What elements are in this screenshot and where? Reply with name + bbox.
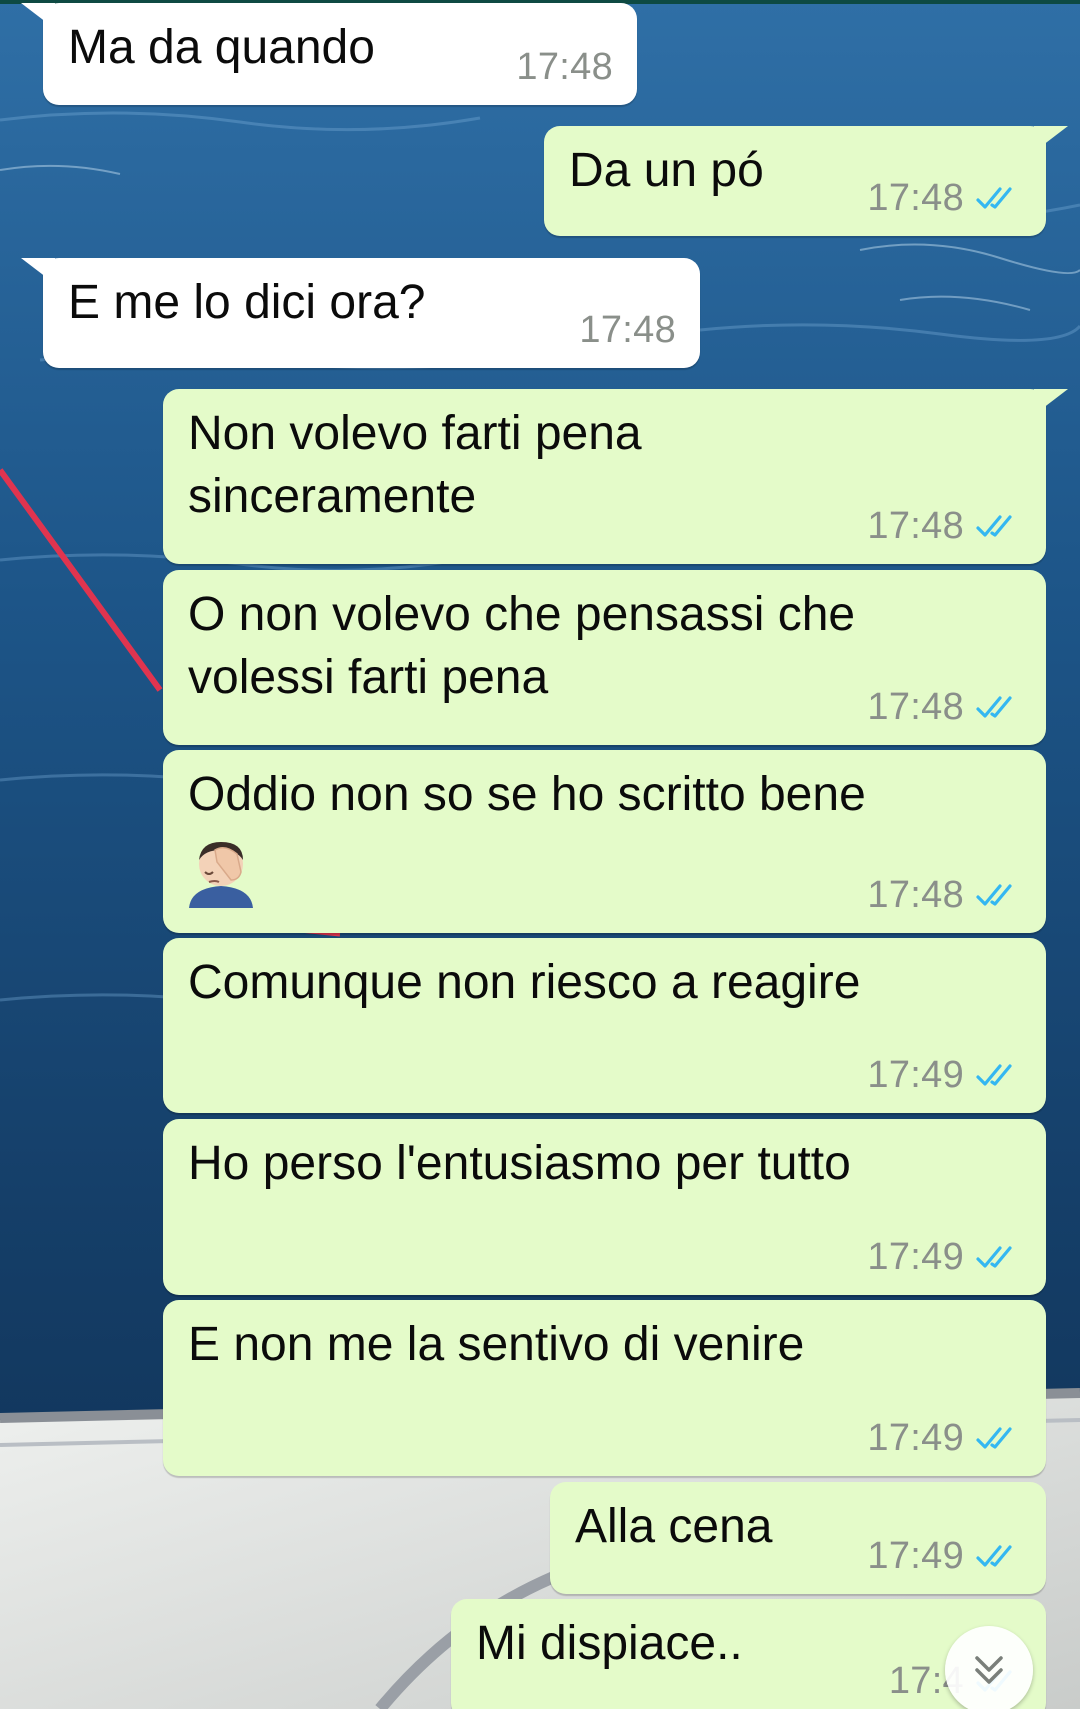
message-text: E non me la sentivo di venire: [188, 1318, 805, 1371]
bubble-tail: [1034, 126, 1068, 152]
incoming-message-bubble[interactable]: E me lo dici ora? 17:48: [21, 258, 700, 368]
outgoing-message-bubble[interactable]: E non me la sentivo di venire 17:49: [163, 1300, 1046, 1476]
double-chevron-down-icon: [975, 1656, 1003, 1684]
message-timestamp: 17:49: [867, 1416, 964, 1459]
outgoing-message-bubble[interactable]: Non volevo farti pena sinceramente 17:48: [163, 389, 1068, 564]
read-receipt-icon: [974, 692, 1022, 722]
message-timestamp: 17:48: [867, 176, 964, 219]
outgoing-message-bubble[interactable]: Comunque non riesco a reagire 17:49: [163, 938, 1046, 1113]
message-timestamp: 17:48: [867, 504, 964, 547]
message-text: Comunque non riesco a reagire: [188, 956, 861, 1009]
message-timestamp: 17:49: [867, 1534, 964, 1577]
message-meta: 17:48: [867, 504, 1022, 548]
message-meta: 17:48: [867, 685, 1022, 729]
read-receipt-icon: [974, 1242, 1022, 1272]
outgoing-message-bubble[interactable]: O non volevo che pensassi che volessi fa…: [163, 570, 1046, 745]
message-meta: 17:49: [867, 1416, 1022, 1460]
message-meta: 17:49: [867, 1053, 1022, 1097]
bubble-tail: [21, 258, 55, 284]
message-timestamp: 17:48: [579, 308, 676, 351]
scroll-to-bottom-button[interactable]: [945, 1626, 1033, 1709]
bubble-tail: [21, 3, 55, 29]
message-text: Ho perso l'entusiasmo per tutto: [188, 1137, 851, 1190]
read-receipt-icon: [974, 511, 1022, 541]
message-timestamp: 17:49: [867, 1235, 964, 1278]
message-timestamp: 17:48: [516, 45, 613, 88]
message-timestamp: 17:48: [867, 873, 964, 916]
outgoing-message-bubble[interactable]: Oddio non so se ho scritto bene 17:48: [163, 750, 1046, 933]
message-timestamp: 17:49: [867, 1053, 964, 1096]
message-meta: 17:49: [867, 1534, 1022, 1578]
message-meta: 17:49: [867, 1235, 1022, 1279]
read-receipt-icon: [974, 1541, 1022, 1571]
read-receipt-icon: [974, 880, 1022, 910]
message-meta: 17:48: [867, 873, 1022, 917]
read-receipt-icon: [974, 1423, 1022, 1453]
message-meta: 17:48: [579, 308, 676, 352]
message-timestamp: 17:48: [867, 685, 964, 728]
message-meta: 17:48: [867, 176, 1022, 220]
outgoing-message-bubble[interactable]: Alla cena 17:49: [550, 1482, 1046, 1594]
man-facepalming-icon: [185, 836, 257, 908]
read-receipt-icon: [974, 1060, 1022, 1090]
outgoing-message-bubble[interactable]: Da un pó 17:48: [544, 126, 1068, 236]
outgoing-message-bubble[interactable]: Ho perso l'entusiasmo per tutto 17:49: [163, 1119, 1046, 1295]
message-meta: 17:48: [516, 45, 613, 89]
read-receipt-icon: [974, 183, 1022, 213]
message-text: Oddio non so se ho scritto bene: [188, 768, 866, 821]
bubble-tail: [1034, 389, 1068, 415]
incoming-message-bubble[interactable]: Ma da quando 17:48: [21, 3, 637, 105]
